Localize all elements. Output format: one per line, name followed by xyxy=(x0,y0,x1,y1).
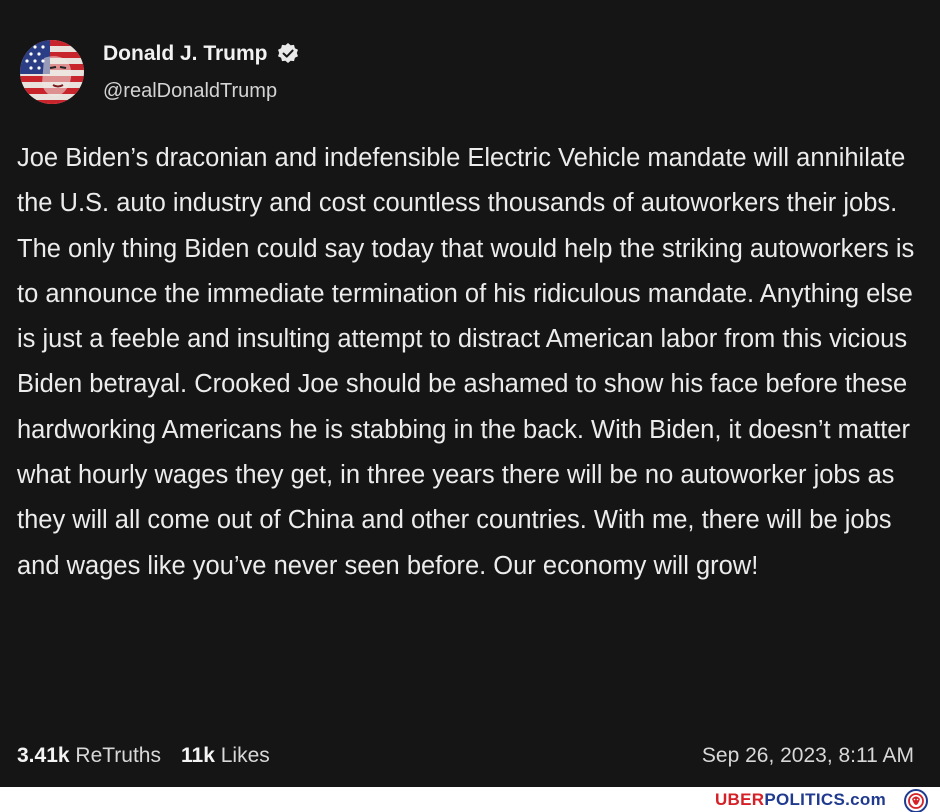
post-card: Donald J. Trump @realDonaldTrump Joe Bid… xyxy=(0,0,940,787)
brand-uber: UBER xyxy=(714,790,765,809)
likes-count: 11k xyxy=(181,744,215,767)
retruths-label: ReTruths xyxy=(75,744,161,767)
watermark-footer: UBERPOLITICS.com xyxy=(0,787,940,812)
retruths-count: 3.41k xyxy=(17,744,70,767)
avatar[interactable] xyxy=(20,40,84,104)
brand-politics: POLITICS xyxy=(764,790,846,809)
likes-stat[interactable]: 11k Likes xyxy=(181,744,270,768)
lion-crest-logo-icon xyxy=(904,789,928,812)
post-stats: 3.41k ReTruths 11k Likes xyxy=(17,744,270,768)
post-body: Joe Biden’s draconian and indefensible E… xyxy=(17,136,927,589)
retruths-stat[interactable]: 3.41k ReTruths xyxy=(17,744,161,768)
likes-label: Likes xyxy=(220,744,270,767)
american-flag-face-avatar-icon xyxy=(20,40,84,104)
post-timestamp[interactable]: Sep 26, 2023, 8:11 AM xyxy=(702,744,914,768)
author-name[interactable]: Donald J. Trump xyxy=(103,42,268,66)
brand-watermark: UBERPOLITICS.com xyxy=(715,790,886,810)
brand-tld: .com xyxy=(845,790,886,809)
post-text: Joe Biden’s draconian and indefensible E… xyxy=(17,144,915,580)
verified-badge-icon xyxy=(277,43,298,63)
author-handle[interactable]: @realDonaldTrump xyxy=(103,80,277,103)
author-name-row[interactable]: Donald J. Trump xyxy=(103,42,300,66)
